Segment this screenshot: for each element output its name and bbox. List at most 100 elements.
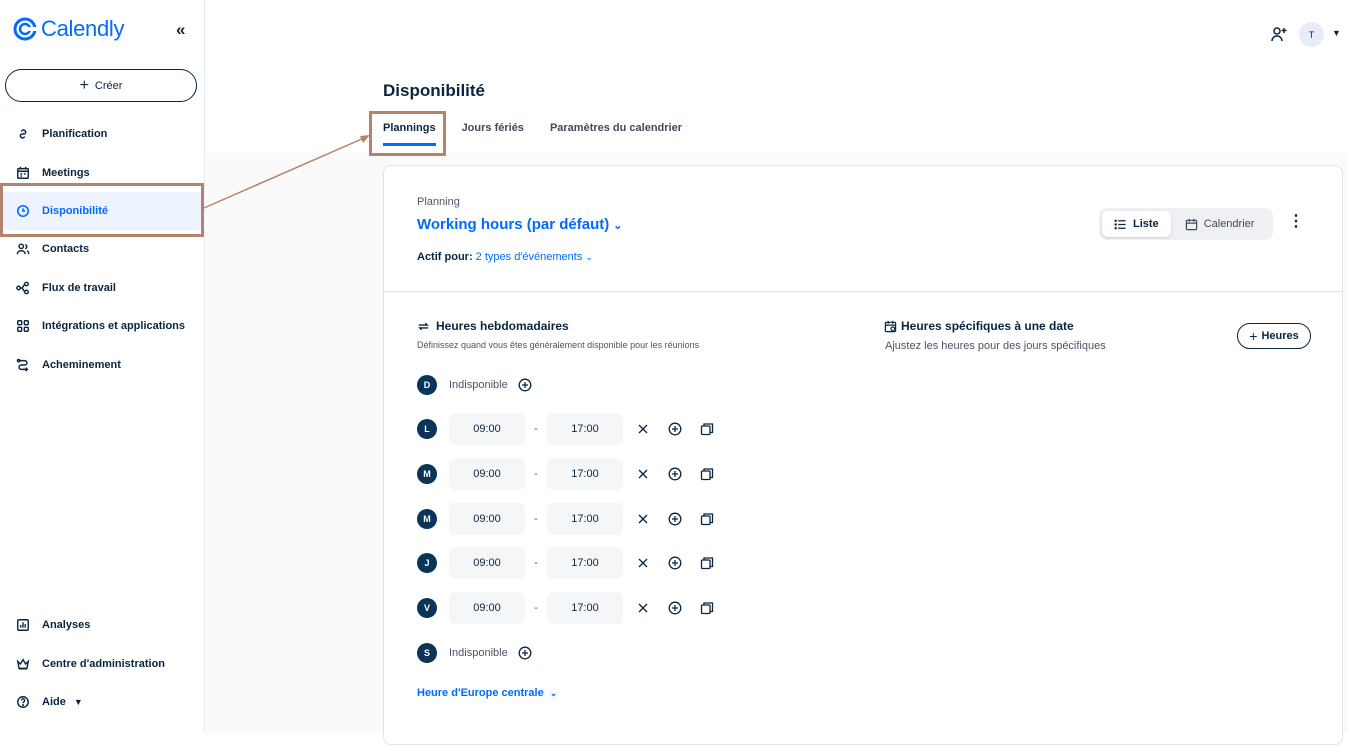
copy-icon[interactable] xyxy=(700,601,714,615)
add-user-icon[interactable] xyxy=(1270,25,1288,43)
unavailable-label: Indisponible xyxy=(449,647,508,659)
remove-interval-icon[interactable] xyxy=(636,512,650,526)
end-time-input[interactable]: 17:00 xyxy=(547,547,623,579)
day-badge: V xyxy=(417,598,437,618)
add-hours-button[interactable]: + Heures xyxy=(1237,323,1311,349)
sidebar-item-label: Centre d'administration xyxy=(42,657,166,670)
sidebar-item-acheminement[interactable]: Acheminement xyxy=(0,345,205,383)
plus-icon: + xyxy=(79,76,89,94)
tab-jours-feries[interactable]: Jours fériés xyxy=(462,122,524,146)
day-row: M 09:00 - 17:00 xyxy=(417,458,714,490)
start-time-input[interactable]: 09:00 xyxy=(449,547,525,579)
sidebar-item-contacts[interactable]: Contacts xyxy=(0,230,205,268)
time-separator: - xyxy=(534,602,538,614)
timezone-label: Heure d'Europe centrale xyxy=(417,687,544,699)
view-list-button[interactable]: Liste xyxy=(1102,211,1171,237)
routing-icon xyxy=(16,358,29,372)
day-badge: M xyxy=(417,509,437,529)
time-separator: - xyxy=(534,423,538,435)
remove-interval-icon[interactable] xyxy=(636,467,650,481)
logo-text: Calendly xyxy=(41,16,125,41)
avatar[interactable]: T xyxy=(1299,22,1324,47)
day-badge: M xyxy=(417,464,437,484)
collapse-sidebar-icon[interactable]: « xyxy=(176,20,185,40)
main-content: T ▼ Disponibilité Plannings Jours fériés… xyxy=(206,0,1348,745)
add-hours-label: Heures xyxy=(1261,330,1299,342)
sidebar: Calendly « + Créer Planification Meeting… xyxy=(0,0,205,733)
avatar-caret-down-icon[interactable]: ▼ xyxy=(1332,28,1341,38)
time-separator: - xyxy=(534,513,538,525)
top-bar: T ▼ Disponibilité Plannings Jours fériés… xyxy=(206,0,1348,156)
start-time-input[interactable]: 09:00 xyxy=(449,458,525,490)
sidebar-item-meetings[interactable]: Meetings xyxy=(0,153,205,191)
add-interval-icon[interactable] xyxy=(518,378,532,392)
sidebar-nav: Planification Meetings Disponibilité Con… xyxy=(0,115,205,384)
more-options-icon[interactable]: ⋮ xyxy=(1288,214,1304,230)
sidebar-item-disponibilite[interactable]: Disponibilité xyxy=(0,191,205,231)
active-for-value: 2 types d'événements xyxy=(475,251,583,263)
sidebar-item-analyses[interactable]: Analyses xyxy=(0,606,205,644)
start-time-input[interactable]: 09:00 xyxy=(449,413,525,445)
date-specific-title: Heures spécifiques à une date xyxy=(884,319,1074,333)
start-time-input[interactable]: 09:00 xyxy=(449,503,525,535)
logo[interactable]: Calendly xyxy=(13,16,125,42)
remove-interval-icon[interactable] xyxy=(636,422,650,436)
sidebar-item-flux-de-travail[interactable]: Flux de travail xyxy=(0,269,205,307)
schedule-name-dropdown[interactable]: Working hours (par défaut) ⌄ xyxy=(417,216,622,233)
sidebar-item-integrations[interactable]: Intégrations et applications xyxy=(0,307,205,345)
copy-icon[interactable] xyxy=(700,556,714,570)
add-interval-icon[interactable] xyxy=(668,601,682,615)
sidebar-item-centre-administration[interactable]: Centre d'administration xyxy=(0,644,205,682)
add-interval-icon[interactable] xyxy=(668,512,682,526)
day-row: D Indisponible xyxy=(417,369,532,401)
add-interval-icon[interactable] xyxy=(518,646,532,660)
add-interval-icon[interactable] xyxy=(668,422,682,436)
schedule-label: Planning xyxy=(417,196,460,208)
repeat-icon xyxy=(418,322,429,330)
sidebar-item-aide[interactable]: Aide ▼ xyxy=(0,683,205,721)
copy-icon[interactable] xyxy=(700,422,714,436)
remove-interval-icon[interactable] xyxy=(636,556,650,570)
tab-plannings[interactable]: Plannings xyxy=(383,122,436,146)
sidebar-item-label: Disponibilité xyxy=(42,204,108,217)
plus-icon: + xyxy=(1249,328,1258,344)
copy-icon[interactable] xyxy=(700,467,714,481)
end-time-input[interactable]: 17:00 xyxy=(547,592,623,624)
crown-icon xyxy=(16,657,30,670)
active-for-event-types-link[interactable]: 2 types d'événements ⌄ xyxy=(476,251,593,263)
list-icon xyxy=(1114,219,1126,229)
calendar-icon xyxy=(1185,218,1197,230)
day-row: J 09:00 - 17:00 xyxy=(417,547,714,579)
end-time-input[interactable]: 17:00 xyxy=(547,503,623,535)
grid-icon xyxy=(17,320,29,333)
help-icon xyxy=(17,696,29,708)
day-row: L 09:00 - 17:00 xyxy=(417,413,714,445)
calendar-icon xyxy=(17,166,29,179)
clock-icon xyxy=(16,204,30,218)
view-calendar-label: Calendrier xyxy=(1203,218,1255,230)
add-interval-icon[interactable] xyxy=(668,556,682,570)
create-button-label: Créer xyxy=(94,79,123,92)
view-calendar-button[interactable]: Calendrier xyxy=(1173,211,1267,237)
calendly-logo-icon xyxy=(13,17,37,41)
create-button[interactable]: + Créer xyxy=(5,69,197,102)
remove-interval-icon[interactable] xyxy=(636,601,650,615)
end-time-input[interactable]: 17:00 xyxy=(547,458,623,490)
sidebar-item-label: Aide xyxy=(42,695,66,708)
sidebar-item-label: Analyses xyxy=(42,619,91,632)
tab-parametres-calendrier[interactable]: Paramètres du calendrier xyxy=(550,122,682,146)
view-toggle: Liste Calendrier xyxy=(1099,208,1273,240)
users-icon xyxy=(16,243,30,255)
copy-icon[interactable] xyxy=(700,512,714,526)
sidebar-bottom-nav: Analyses Centre d'administration Aide ▼ xyxy=(0,606,205,721)
sidebar-item-label: Intégrations et applications xyxy=(42,320,186,333)
sidebar-item-planification[interactable]: Planification xyxy=(0,115,205,153)
weekly-hours-subtitle: Définissez quand vous êtes généralement … xyxy=(417,340,700,350)
day-row: V 09:00 - 17:00 xyxy=(417,592,714,624)
caret-down-icon: ▼ xyxy=(73,696,83,707)
end-time-input[interactable]: 17:00 xyxy=(547,413,623,445)
add-interval-icon[interactable] xyxy=(668,467,682,481)
timezone-dropdown[interactable]: Heure d'Europe centrale ⌄ xyxy=(417,687,557,699)
time-separator: - xyxy=(534,468,538,480)
start-time-input[interactable]: 09:00 xyxy=(449,592,525,624)
